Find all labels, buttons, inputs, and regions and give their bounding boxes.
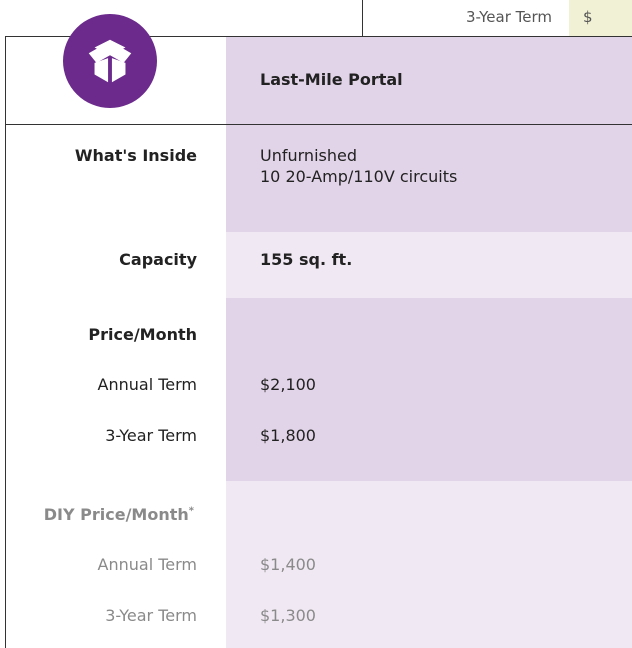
price-3yr-label: 3-Year Term (105, 426, 197, 445)
product-name: Last-Mile Portal (260, 70, 403, 89)
diy-3yr-value: $1,300 (260, 606, 316, 625)
price-3yr-value: $1,800 (260, 426, 316, 445)
top-strip-price-cell: $ (569, 0, 632, 36)
price-annual-value: $2,100 (260, 375, 316, 394)
top-strip-term-label: 3-Year Term (465, 8, 552, 26)
whats-inside-line1: Unfurnished (260, 146, 357, 165)
diy-3yr-label: 3-Year Term (105, 606, 197, 625)
capacity-value: 155 sq. ft. (260, 250, 353, 269)
open-box-icon (88, 39, 132, 83)
whats-inside-line2: 10 20-Amp/110V circuits (260, 167, 458, 186)
diy-price-footnote-mark: * (188, 505, 194, 517)
price-annual-label: Annual Term (97, 375, 197, 394)
product-logo (63, 14, 157, 108)
top-strip-price-partial: $ (583, 8, 593, 26)
diy-annual-label: Annual Term (97, 555, 197, 574)
header-and-inside-band (226, 37, 632, 232)
diy-price-heading: DIY Price/Month* (43, 505, 194, 524)
capacity-label: Capacity (119, 250, 197, 269)
diy-annual-value: $1,400 (260, 555, 316, 574)
header-divider (5, 124, 632, 125)
whats-inside-label: What's Inside (74, 146, 197, 165)
price-month-heading: Price/Month (88, 325, 197, 344)
